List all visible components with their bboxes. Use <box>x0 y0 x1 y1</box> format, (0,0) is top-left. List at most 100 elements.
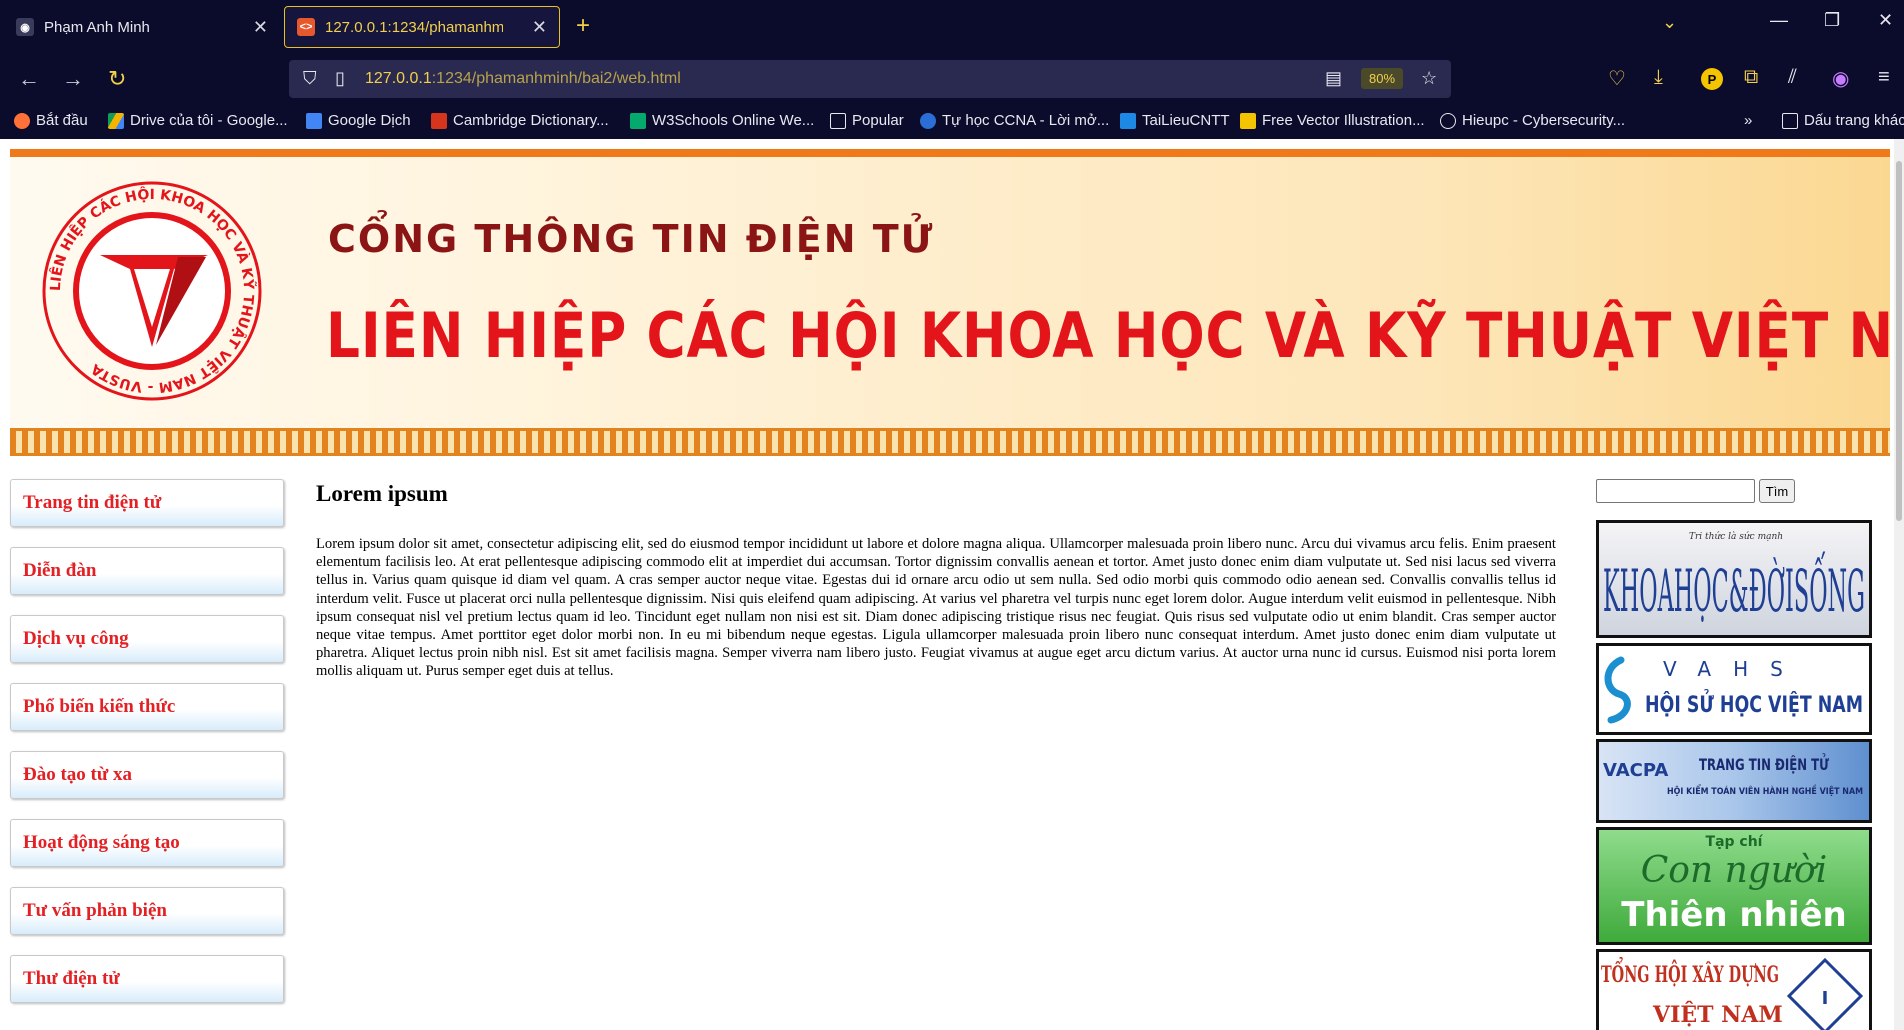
svg-text:VAHS: VAHS <box>1663 657 1805 681</box>
svg-text:TRANG TIN ĐIỆN TỬ: TRANG TIN ĐIỆN TỬ <box>1699 753 1829 774</box>
close-tab-icon[interactable]: ✕ <box>253 17 268 38</box>
banner-top-line <box>10 149 1890 157</box>
ad-vacpa[interactable]: VACPA TRANG TIN ĐIỆN TỬ HỘI KIỂM TOÁN VI… <box>1596 739 1872 823</box>
svg-text:VACPA: VACPA <box>1603 760 1668 781</box>
tab-title: Phạm Anh Minh <box>44 18 150 36</box>
tailieucntt-icon <box>1120 112 1136 129</box>
bookmark-label: Cambridge Dictionary... <box>453 112 609 129</box>
bookmark-item[interactable]: Hieupc - Cybersecurity... <box>1440 112 1625 129</box>
bookmark-item[interactable]: Google Dịch <box>306 112 411 129</box>
url-host: 127.0.0.1 <box>365 70 432 87</box>
bookmark-label: Dấu trang khác <box>1804 112 1904 129</box>
bookmark-label: Tự học CCNA - Lời mở... <box>942 112 1110 129</box>
ad-tong-hoi-xay-dung[interactable]: TỔNG HỘI XÂY DỰNG VIỆT NAM I <box>1596 949 1872 1030</box>
nav-item-pho-bien-kien-thuc[interactable]: Phổ biến kiến thức <box>10 683 284 731</box>
folder-icon <box>830 112 846 129</box>
svg-text:I: I <box>1822 988 1829 1009</box>
minimize-icon[interactable]: — <box>1770 10 1788 31</box>
bookmark-item[interactable]: Tự học CCNA - Lời mở... <box>920 112 1109 129</box>
ad-con-nguoi-thien-nhien[interactable]: Tạp chí Con người Thiên nhiên <box>1596 827 1872 945</box>
search-button[interactable]: Tìm <box>1759 479 1795 503</box>
nav-item-thu-dien-tu[interactable]: Thư điện tử <box>10 955 284 1003</box>
ccna-icon <box>920 112 936 129</box>
bookmark-item[interactable]: Bắt đầu <box>14 112 88 129</box>
page-scrollbar[interactable] <box>1894 139 1904 1030</box>
svg-text:HỘI KIỂM TOÁN VIÊN HÀNH NGHỀ V: HỘI KIỂM TOÁN VIÊN HÀNH NGHỀ VIỆT NAM <box>1667 784 1863 797</box>
globe-icon <box>1440 112 1456 129</box>
pocket-icon[interactable]: ♡ <box>1608 66 1626 91</box>
header-banner: LIÊN HIỆP CÁC HỘI KHOA HỌC VÀ KỸ THUẬT V… <box>10 149 1904 456</box>
tab-pham-anh-minh[interactable]: ◉ Phạm Anh Minh ✕ <box>4 6 280 48</box>
bookmark-item[interactable]: TaiLieuCNTT <box>1120 112 1230 129</box>
left-navigation: Trang tin điện tử Diễn đàn Dịch vụ công … <box>10 479 286 1023</box>
shield-icon[interactable]: ⛉ <box>303 68 317 89</box>
broadcast-icon[interactable]: ◉ <box>1832 66 1849 91</box>
back-arrow-icon[interactable]: ← <box>18 66 40 92</box>
bookmark-label: Bắt đầu <box>36 112 88 129</box>
library-icon[interactable]: ⫽ <box>1788 66 1797 89</box>
bookmark-label: Free Vector Illustration... <box>1262 112 1425 129</box>
svg-text:Thiên nhiên: Thiên nhiên <box>1621 895 1846 935</box>
nav-item-dich-vu-cong[interactable]: Dịch vụ công <box>10 615 284 663</box>
svg-text:Tri thức là sức mạnh: Tri thức là sức mạnh <box>1689 531 1783 542</box>
hoi-su-hoc-logo: VAHS HỘI SỬ HỌC VIỆT NAM <box>1604 656 1863 724</box>
bookmark-item[interactable]: Drive của tôi - Google... <box>108 112 288 129</box>
nav-item-dao-tao-tu-xa[interactable]: Đào tạo từ xa <box>10 751 284 799</box>
profile-extension-icon[interactable]: P <box>1701 68 1723 90</box>
menu-icon[interactable]: ≡ <box>1878 66 1890 89</box>
firefox-icon <box>14 112 30 129</box>
banner-subtitle: CỔNG THÔNG TIN ĐIỆN TỬ <box>328 217 935 261</box>
address-bar[interactable]: ⛉ ▯ 127.0.0.1:1234/phamanhminh/bai2/web.… <box>289 60 1451 98</box>
nav-item-trang-tin-dien-tu[interactable]: Trang tin điện tử <box>10 479 284 527</box>
bookmark-item[interactable]: Cambridge Dictionary... <box>431 112 609 129</box>
new-tab-icon[interactable]: + <box>576 12 590 40</box>
svg-text:Tạp chí: Tạp chí <box>1706 834 1764 850</box>
bookmark-label: Drive của tôi - Google... <box>130 112 288 129</box>
cambridge-icon <box>431 112 447 129</box>
restore-icon[interactable]: ❐ <box>1824 10 1840 31</box>
nav-item-dien-dan[interactable]: Diễn đàn <box>10 547 284 595</box>
browser-chrome: ◉ Phạm Anh Minh ✕ <> 127.0.0.1:1234/pham… <box>0 0 1904 139</box>
google-drive-icon <box>108 112 124 129</box>
nav-item-tu-van-phan-bien[interactable]: Tư vấn phản biện <box>10 887 284 935</box>
svg-text:TỔNG HỘI XÂY DỰNG: TỔNG HỘI XÂY DỰNG <box>1601 956 1779 988</box>
banner-title: LIÊN HIỆP CÁC HỘI KHOA HỌC VÀ KỸ THUẬT V… <box>326 299 1904 372</box>
nav-item-hoat-dong-sang-tao[interactable]: Hoạt động sáng tạo <box>10 819 284 867</box>
con-nguoi-thien-nhien-logo: Tạp chí Con người Thiên nhiên <box>1621 834 1846 935</box>
tab-active[interactable]: <> 127.0.0.1:1234/phamanhminh/b ✕ <box>284 6 560 48</box>
page-icon: ▯ <box>335 68 345 88</box>
more-bookmarks-icon[interactable]: » <box>1744 112 1752 129</box>
svg-text:Con người: Con người <box>1641 850 1827 891</box>
bookmark-folder[interactable]: Popular <box>830 112 904 129</box>
search-input[interactable] <box>1596 479 1755 503</box>
bookmark-item[interactable]: W3Schools Online We... <box>630 112 814 129</box>
navigation-toolbar: ← → ↻ ⛉ ▯ 127.0.0.1:1234/phamanhminh/bai… <box>0 56 1904 104</box>
extensions-icon[interactable]: ⧉ <box>1744 66 1758 89</box>
close-window-icon[interactable]: ✕ <box>1878 10 1893 31</box>
url-text[interactable]: 127.0.0.1:1234/phamanhminh/bai2/web.html <box>365 70 681 88</box>
w3schools-icon <box>630 112 646 129</box>
zoom-level[interactable]: 80% <box>1361 68 1404 89</box>
vacpa-logo: VACPA TRANG TIN ĐIỆN TỬ HỘI KIỂM TOÁN VI… <box>1603 753 1863 797</box>
scrollbar-thumb[interactable] <box>1896 161 1902 521</box>
reload-icon[interactable]: ↻ <box>108 66 126 92</box>
bookmark-label: W3Schools Online We... <box>652 112 815 129</box>
forward-arrow-icon[interactable]: → <box>62 66 84 92</box>
reader-view-icon[interactable]: ▤ <box>1325 68 1342 89</box>
bookmarks-bar: Bắt đầu Drive của tôi - Google... Google… <box>0 108 1904 138</box>
cat-favicon-icon: ◉ <box>16 18 34 36</box>
chevron-down-icon[interactable]: ⌄ <box>1662 12 1677 33</box>
ad-khoa-hoc-doi-song[interactable]: Tri thức là sức mạnh KHOAHỌC&ĐỜISỐNG <box>1596 520 1872 638</box>
bookmark-folder-other[interactable]: Dấu trang khác <box>1782 112 1904 129</box>
main-content: Lorem ipsum Lorem ipsum dolor sit amet, … <box>316 481 1556 681</box>
star-bookmark-icon[interactable]: ☆ <box>1421 68 1437 89</box>
tong-hoi-xay-dung-logo: TỔNG HỘI XÂY DỰNG VIỆT NAM I <box>1601 956 1864 1030</box>
bookmark-label: TaiLieuCNTT <box>1142 112 1230 129</box>
google-translate-icon <box>306 112 322 129</box>
download-icon[interactable]: ⤓ <box>1654 66 1663 89</box>
ad-hoi-su-hoc[interactable]: VAHS HỘI SỬ HỌC VIỆT NAM <box>1596 643 1872 735</box>
folder-icon <box>1782 112 1798 129</box>
url-path: :1234/phamanhminh/bai2/web.html <box>431 70 681 87</box>
close-tab-icon[interactable]: ✕ <box>532 17 547 38</box>
bookmark-item[interactable]: Free Vector Illustration... <box>1240 112 1425 129</box>
